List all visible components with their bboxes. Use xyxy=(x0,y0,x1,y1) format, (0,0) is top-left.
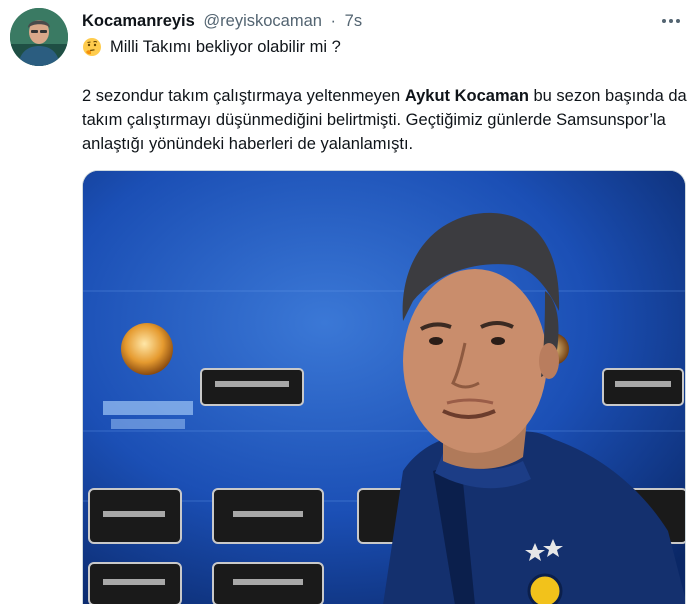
user-handle[interactable]: @reyiskocaman xyxy=(203,12,322,30)
tweet-body-part1: 2 sezondur takım çalıştırmaya yeltenmeye… xyxy=(82,87,405,105)
avatar-image xyxy=(10,8,68,66)
tweet-photo[interactable] xyxy=(82,170,686,604)
display-name[interactable]: Kocamanreyis xyxy=(82,12,195,30)
separator-dot: · xyxy=(330,12,337,30)
tweet-header: Kocamanreyis @reyiskocaman · 7s xyxy=(82,11,362,31)
tweet-body: 2 sezondur takım çalıştırmaya yeltenmeye… xyxy=(82,84,690,156)
tweet-line1: Milli Takımı bekliyor olabilir mi ? xyxy=(82,36,341,58)
timestamp[interactable]: 7s xyxy=(345,12,362,30)
tweet-body-bold: Aykut Kocaman xyxy=(404,87,529,105)
more-horizontal-icon[interactable] xyxy=(658,8,684,34)
avatar[interactable] xyxy=(10,8,68,66)
photo-image xyxy=(83,171,685,604)
tweet-line1-text: Milli Takımı bekliyor olabilir mi ? xyxy=(110,38,341,56)
tweet-card[interactable]: Kocamanreyis @reyiskocaman · 7s Milli Ta… xyxy=(0,0,700,604)
thinking-face-emoji xyxy=(83,38,101,56)
